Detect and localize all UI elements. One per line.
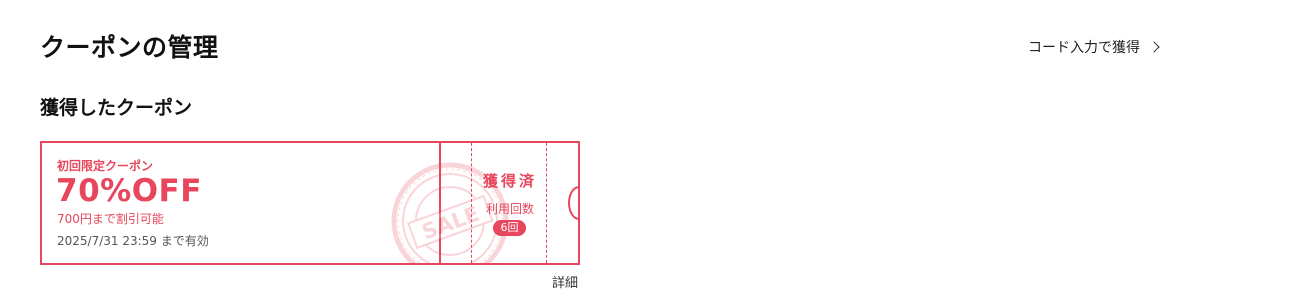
stub-dashed-line-right	[546, 143, 547, 263]
code-entry-link-label: コード入力で獲得	[1028, 40, 1140, 56]
coupon-label: 初回限定クーポン	[57, 159, 154, 173]
detail-link[interactable]: 詳細	[552, 272, 578, 291]
ticket-notch	[568, 186, 578, 220]
coupon-expiry: 2025/7/31 23:59 まで有効	[57, 234, 209, 248]
code-entry-link[interactable]: コード入力で獲得	[1028, 37, 1160, 57]
coupon-discount: 70%OFF	[56, 173, 202, 209]
section-title: 獲得したクーポン	[40, 97, 193, 119]
coupon-main-area: 初回限定クーポン 70%OFF 700円まで割引可能 2025/7/31 23:…	[42, 143, 441, 263]
coupon-condition: 700円まで割引可能	[57, 212, 164, 226]
usage-label: 利用回数	[485, 202, 534, 216]
coupon-status: 獲得済	[482, 172, 537, 190]
stub-dashed-line-left	[471, 143, 472, 263]
chevron-right-icon	[1148, 41, 1160, 53]
coupon-card[interactable]: 初回限定クーポン 70%OFF 700円まで割引可能 2025/7/31 23:…	[40, 141, 580, 265]
usage-count-badge: 6回	[493, 220, 526, 236]
page-title: クーポンの管理	[40, 33, 219, 62]
